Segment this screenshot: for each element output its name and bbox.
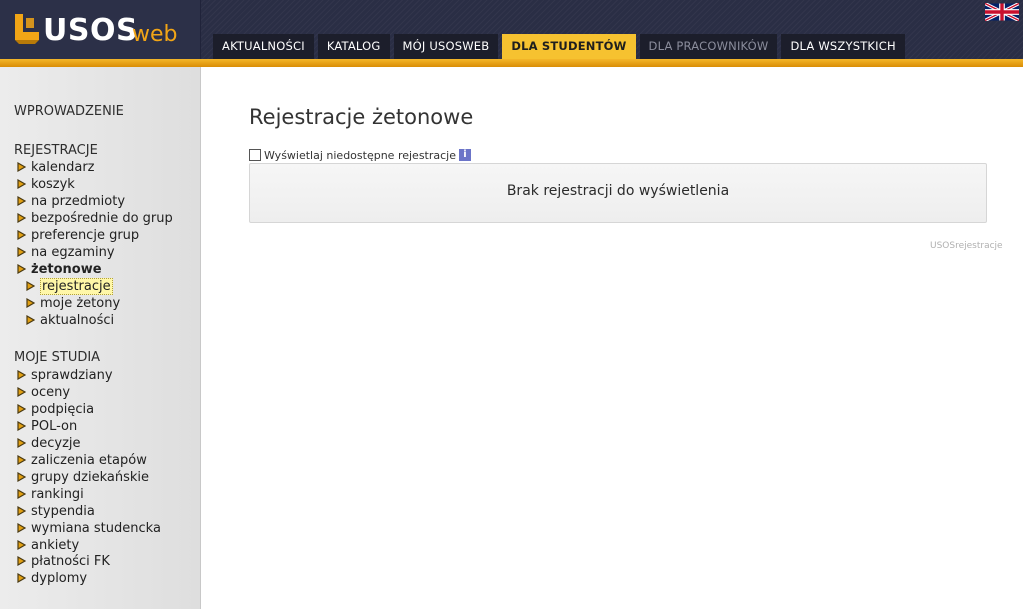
sidebar-item-stypendia[interactable]: stypendia [17,503,95,520]
sidebar-item-na-egzaminy[interactable]: na egzaminy [17,244,115,261]
sidebar-item-na-przedmioty[interactable]: na przedmioty [17,193,125,210]
empty-message: Brak rejestracji do wyświetlenia [506,183,730,199]
arrow-bullet-icon [26,314,35,325]
arrow-bullet-icon [17,471,26,482]
sidebar-item-decyzje[interactable]: decyzje [17,435,81,452]
sidebar-item-grupy-dziekanskie[interactable]: grupy dziekańskie [17,469,149,486]
sidebar-subitem-moje-zetony[interactable]: moje żetony [26,295,120,312]
tab-katalog[interactable]: KATALOG [317,34,390,59]
arrow-bullet-icon [17,161,26,172]
sidebar-item-rankingi[interactable]: rankingi [17,486,84,503]
arrow-bullet-icon [17,246,26,257]
sidebar-section-rejestracje[interactable]: REJESTRACJE [14,143,98,158]
arrow-bullet-icon [17,403,26,414]
arrow-bullet-icon [17,572,26,583]
sidebar-section-moje-studia[interactable]: MOJE STUDIA [14,350,100,365]
registrations-list-box: Brak rejestracji do wyświetlenia [249,163,987,223]
sidebar-item-zaliczenia-etapow[interactable]: zaliczenia etapów [17,452,147,469]
tab-aktualnosci[interactable]: AKTUALNOŚCI [213,34,314,59]
logo-area: USOS web [0,0,201,60]
arrow-bullet-icon [17,555,26,566]
arrow-bullet-icon [17,454,26,465]
usosweb-logo[interactable]: USOS web [13,11,193,48]
arrow-bullet-icon [17,488,26,499]
show-unavailable-row: Wyświetlaj niedostępne rejestracje i [249,148,471,164]
arrow-bullet-icon [17,212,26,223]
uk-flag-icon[interactable] [985,3,1019,21]
sidebar-item-pol-on[interactable]: POL-on [17,418,77,435]
sidebar-item-koszyk[interactable]: koszyk [17,176,75,193]
tab-dla-studentow[interactable]: DLA STUDENTÓW [502,34,636,60]
arrow-bullet-icon [17,437,26,448]
sidebar: WPROWADZENIE REJESTRACJE kalendarz koszy… [0,67,201,609]
tab-moj-usosweb[interactable]: MÓJ USOSWEB [393,34,499,59]
top-header: USOS web AKTUALNOŚCI KATALOG MÓJ USOSWEB… [0,0,1023,60]
show-unavailable-checkbox[interactable] [249,149,261,161]
sidebar-item-ankiety[interactable]: ankiety [17,537,79,554]
arrow-bullet-icon [17,522,26,533]
arrow-bullet-icon [17,195,26,206]
sidebar-item-zetonowe[interactable]: żetonowe [17,261,102,278]
show-unavailable-label[interactable]: Wyświetlaj niedostępne rejestracje [264,149,456,162]
header-accent-bar [0,59,1023,67]
logo-subtext: web [132,22,178,47]
arrow-bullet-icon [17,539,26,550]
sidebar-item-preferencje-grup[interactable]: preferencje grup [17,227,139,244]
sidebar-link-wprowadzenie[interactable]: WPROWADZENIE [14,104,124,119]
arrow-bullet-icon [26,280,35,291]
arrow-bullet-icon [17,386,26,397]
sidebar-item-platnosci-fk[interactable]: płatności FK [17,553,110,570]
module-tag: USOSrejestracje [930,241,1003,251]
logo-text: USOS [43,13,139,48]
sidebar-item-wymiana-studencka[interactable]: wymiana studencka [17,520,161,537]
main-nav-tabs: AKTUALNOŚCI KATALOG MÓJ USOSWEB DLA STUD… [213,34,905,60]
arrow-bullet-icon [26,297,35,308]
sidebar-item-dyplomy[interactable]: dyplomy [17,570,87,587]
info-icon[interactable]: i [459,149,471,161]
logo-emblem-icon [15,14,39,44]
sidebar-subitem-rejestracje[interactable]: rejestracje [26,278,113,295]
arrow-bullet-icon [17,263,26,274]
arrow-bullet-icon [17,369,26,380]
arrow-bullet-icon [17,505,26,516]
sidebar-item-kalendarz[interactable]: kalendarz [17,159,95,176]
arrow-bullet-icon [17,420,26,431]
sidebar-item-sprawdziany[interactable]: sprawdziany [17,367,113,384]
sidebar-item-bezposrednie-do-grup[interactable]: bezpośrednie do grup [17,210,173,227]
arrow-bullet-icon [17,178,26,189]
tab-dla-wszystkich[interactable]: DLA WSZYSTKICH [781,34,905,59]
page-title: Rejestracje żetonowe [249,105,474,129]
arrow-bullet-icon [17,229,26,240]
sidebar-item-oceny[interactable]: oceny [17,384,70,401]
tab-dla-pracownikow[interactable]: DLA PRACOWNIKÓW [639,34,778,59]
sidebar-item-podpiecia[interactable]: podpięcia [17,401,94,418]
sidebar-subitem-aktualnosci[interactable]: aktualności [26,312,114,329]
